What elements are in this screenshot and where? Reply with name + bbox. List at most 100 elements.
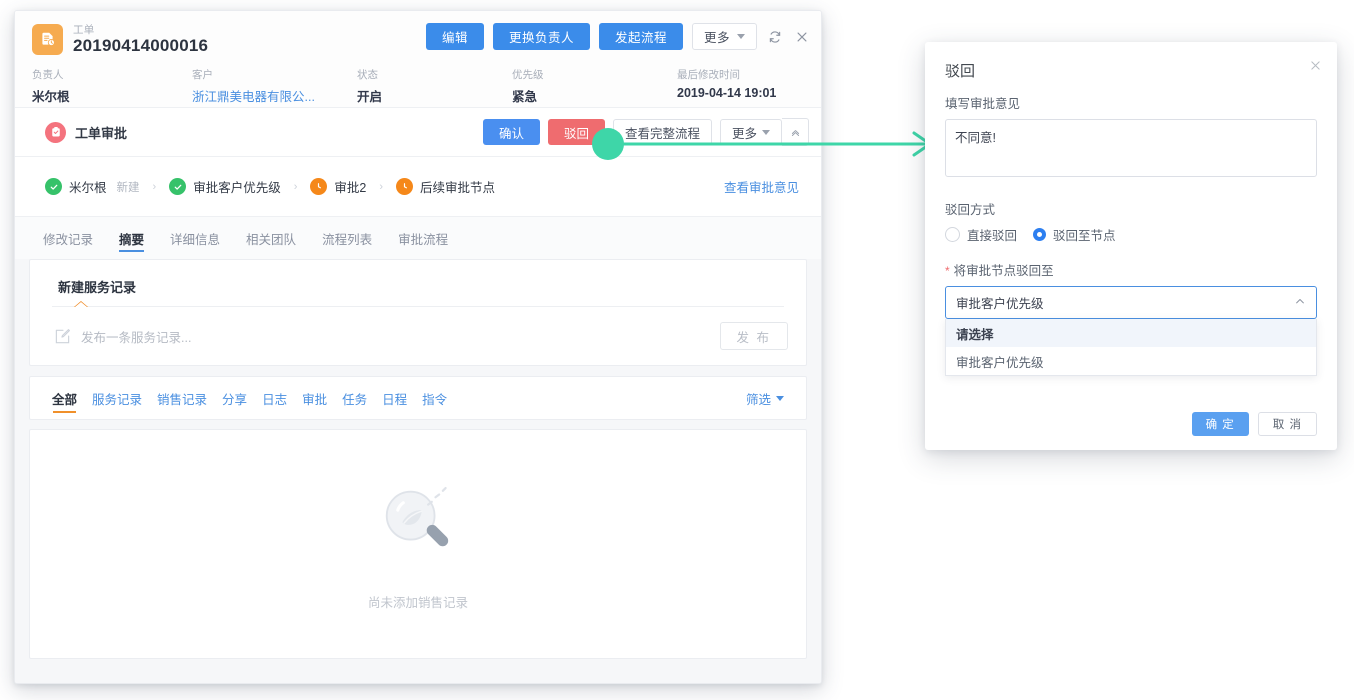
tab-related-team[interactable]: 相关团队 xyxy=(246,217,296,259)
feed-filter-task[interactable]: 任务 xyxy=(342,377,367,419)
feed-filter-schedule[interactable]: 日程 xyxy=(382,377,407,419)
work-order-icon xyxy=(32,24,63,55)
reject-target-select-wrapper: 审批客户优先级 请选择 审批客户优先级 xyxy=(945,286,1317,376)
detail-tabbar: 修改记录 摘要 详细信息 相关团队 流程列表 审批流程 xyxy=(15,217,821,259)
caret-up-marker-icon xyxy=(74,301,88,307)
feed-filter-approval[interactable]: 审批 xyxy=(302,377,327,419)
magnifier-leaf-illustration xyxy=(372,477,464,574)
comment-field-label: 填写审批意见 xyxy=(945,97,1021,111)
feed-filter-sales[interactable]: 销售记录 xyxy=(157,377,207,419)
publish-button[interactable]: 发 布 xyxy=(719,322,788,350)
meta-last-modified: 最后修改时间 2019-04-14 19:01 xyxy=(677,67,776,105)
feed-filter-log[interactable]: 日志 xyxy=(262,377,287,419)
compose-pencil-icon xyxy=(54,328,71,345)
confirm-button[interactable]: 确认 xyxy=(482,119,540,145)
change-owner-button[interactable]: 更换负责人 xyxy=(492,23,590,50)
radio-direct-reject[interactable]: 直接驳回 xyxy=(945,225,1017,244)
meta-value-link[interactable]: 浙江鼎美电器有限公... xyxy=(192,86,357,105)
reject-target-select-value: 审批客户优先级 xyxy=(956,297,1044,311)
approval-comment-textarea[interactable] xyxy=(945,119,1317,177)
header-actions: 编辑 更换负责人 发起流程 更多 xyxy=(425,23,811,50)
tab-change-log[interactable]: 修改记录 xyxy=(43,217,93,259)
approval-flow-steps: 米尔根 新建 › 审批客户优先级 › 审批2 › 后续审批节点 查看审批意见 xyxy=(15,157,821,217)
meta-value: 开启 xyxy=(357,90,383,104)
dialog-footer: 确 定 取 消 xyxy=(925,406,1337,436)
approval-more-label: 更多 xyxy=(731,126,757,141)
meta-key: 状态 xyxy=(357,69,378,81)
radio-label: 驳回至节点 xyxy=(1053,229,1116,243)
record-meta-row: 负责人 米尔根 客户 浙江鼎美电器有限公... 状态 开启 优先级 紧急 最后修… xyxy=(15,67,821,105)
filter-dropdown-button[interactable]: 筛选 xyxy=(746,389,784,408)
summary-body: 新建服务记录 发布一条服务记录... 发 布 全部 服务记录 销售记录 分享 日… xyxy=(15,259,821,683)
approval-title: 工单审批 xyxy=(45,108,127,156)
approval-bar: 工单审批 确认 驳回 查看完整流程 更多 xyxy=(15,108,821,157)
more-menu-label: 更多 xyxy=(703,31,730,45)
tab-process-list[interactable]: 流程列表 xyxy=(322,217,372,259)
clock-circle-icon xyxy=(310,178,328,195)
dialog-header: 驳回 xyxy=(925,42,1337,85)
start-process-button[interactable]: 发起流程 xyxy=(598,23,683,50)
approval-more-button[interactable]: 更多 xyxy=(719,119,782,145)
option-approve-customer-priority[interactable]: 审批客户优先级 xyxy=(946,347,1316,375)
collapse-approval-button[interactable] xyxy=(782,118,809,146)
feed-filter-service[interactable]: 服务记录 xyxy=(92,377,142,419)
refresh-icon[interactable] xyxy=(766,28,784,46)
flow-separator: › xyxy=(152,180,157,193)
divider xyxy=(52,301,784,307)
chevron-down-icon xyxy=(776,395,784,401)
record-header: 工单 20190414000016 编辑 更换负责人 发起流程 更多 负责人 米… xyxy=(15,11,821,108)
flow-separator: › xyxy=(379,180,383,193)
check-circle-icon xyxy=(169,178,187,195)
feed-empty-state: 尚未添加销售记录 xyxy=(29,429,807,659)
tab-approval-flow[interactable]: 审批流程 xyxy=(398,217,448,259)
chevron-up-icon xyxy=(1294,295,1306,310)
meta-priority: 优先级 紧急 xyxy=(512,67,677,105)
option-please-select[interactable]: 请选择 xyxy=(946,319,1316,347)
flow-step: 后续审批节点 xyxy=(396,177,495,196)
dialog-title: 驳回 xyxy=(945,63,976,80)
meta-key: 客户 xyxy=(192,69,213,81)
view-approval-opinion-link[interactable]: 查看审批意见 xyxy=(724,177,799,196)
radio-reject-to-node[interactable]: 驳回至节点 xyxy=(1033,225,1116,244)
radio-circle-selected-icon xyxy=(1033,228,1047,241)
feed-filter-share[interactable]: 分享 xyxy=(222,377,247,419)
service-record-input[interactable]: 发布一条服务记录... xyxy=(81,327,720,346)
meta-customer: 客户 浙江鼎美电器有限公... xyxy=(192,67,357,105)
feed-filter-bar: 全部 服务记录 销售记录 分享 日志 审批 任务 日程 指令 筛选 xyxy=(29,376,807,420)
compose-row: 发布一条服务记录... 发 布 xyxy=(30,307,806,365)
feed-filter-instruction[interactable]: 指令 xyxy=(422,377,447,419)
close-icon[interactable] xyxy=(1309,59,1322,75)
view-full-process-button[interactable]: 查看完整流程 xyxy=(612,119,712,145)
edit-button[interactable]: 编辑 xyxy=(425,23,484,50)
page-title: 20190414000016 xyxy=(73,36,209,55)
record-detail-panel: 工单 20190414000016 编辑 更换负责人 发起流程 更多 负责人 米… xyxy=(14,10,822,684)
dialog-cancel-button[interactable]: 取 消 xyxy=(1257,412,1317,436)
meta-key: 优先级 xyxy=(512,69,544,81)
feed-filter-all[interactable]: 全部 xyxy=(52,377,77,419)
tab-details[interactable]: 详细信息 xyxy=(170,217,220,259)
dialog-ok-button[interactable]: 确 定 xyxy=(1191,412,1249,436)
flow-step-name: 审批2 xyxy=(334,181,367,195)
flow-step: 审批客户优先级 xyxy=(169,177,281,196)
reject-method-radio-group: 直接驳回 驳回至节点 xyxy=(945,225,1317,244)
meta-key: 最后修改时间 xyxy=(677,69,740,81)
filter-label: 筛选 xyxy=(745,392,771,407)
clock-circle-icon xyxy=(396,178,413,195)
approval-title-label: 工单审批 xyxy=(75,125,128,141)
meta-value: 2019-04-14 19:01 xyxy=(677,86,777,100)
meta-value: 米尔根 xyxy=(32,90,70,104)
flow-step-name: 后续审批节点 xyxy=(420,181,496,195)
close-icon[interactable] xyxy=(793,28,811,46)
new-service-record-card: 新建服务记录 发布一条服务记录... 发 布 xyxy=(29,259,807,366)
tab-summary[interactable]: 摘要 xyxy=(119,217,145,259)
meta-status: 状态 开启 xyxy=(357,67,512,105)
meta-value: 紧急 xyxy=(512,90,538,104)
radio-label: 直接驳回 xyxy=(967,229,1018,243)
new-service-record-title: 新建服务记录 xyxy=(58,280,137,295)
more-menu-button[interactable]: 更多 xyxy=(691,23,757,50)
feed-filter-tabs: 全部 服务记录 销售记录 分享 日志 审批 任务 日程 指令 xyxy=(52,377,447,419)
reject-method-label: 驳回方式 xyxy=(945,203,996,217)
reject-target-select[interactable]: 审批客户优先级 xyxy=(945,286,1317,319)
record-type-label: 工单 xyxy=(73,24,95,36)
reject-button[interactable]: 驳回 xyxy=(547,119,605,145)
